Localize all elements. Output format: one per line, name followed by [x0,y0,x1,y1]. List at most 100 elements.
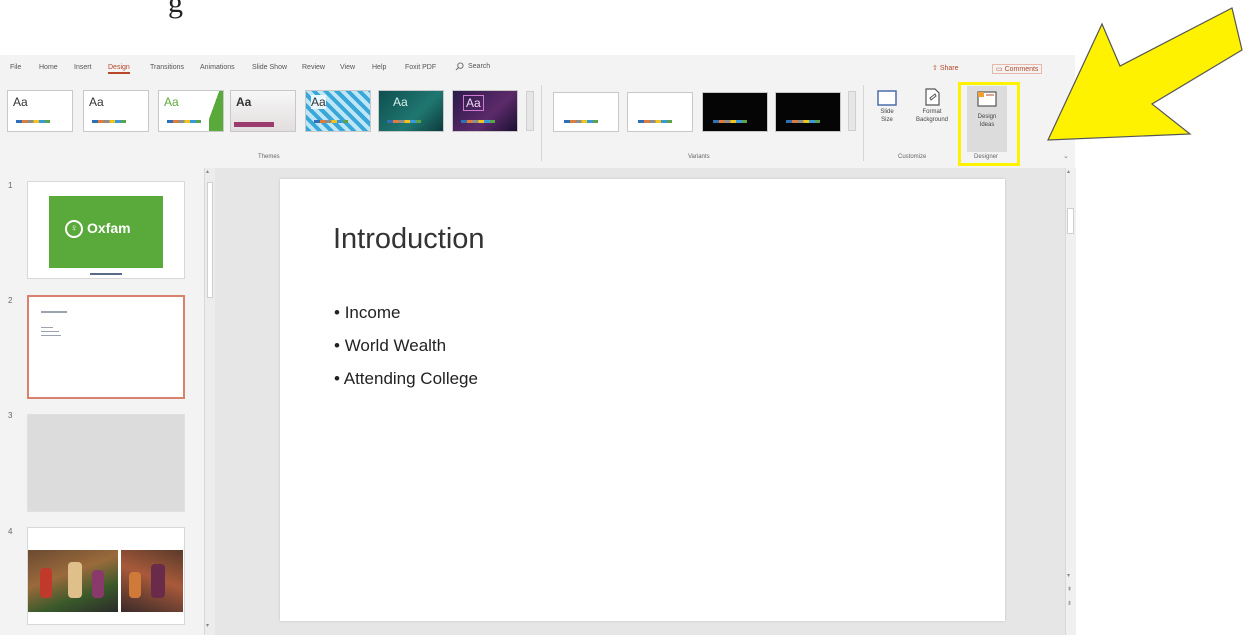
oxfam-logo-icon: ♀ [65,220,83,238]
variants-gallery-scroll[interactable] [848,91,856,131]
theme-purple[interactable]: Aa [452,90,518,132]
slide-thumbnail-3[interactable] [27,414,185,512]
theme-colors [92,120,126,123]
format-background-label-2: Background [915,117,949,123]
slide-number: 2 [8,296,13,305]
slide-size-button[interactable]: Slide Size [874,88,900,132]
theme-office-2[interactable]: Aa [83,90,149,132]
theme-colors [16,120,50,123]
slide-thumbnail-2-selected[interactable] [27,295,185,399]
themes-gallery-scroll[interactable] [526,91,534,131]
search-label: Search [468,63,491,70]
slide-size-label-2: Size [881,117,893,123]
tab-home[interactable]: Home [39,64,58,71]
slide-title[interactable]: Introduction [333,223,485,256]
customize-group-label: Customize [898,154,927,160]
variant-4[interactable] [775,92,841,132]
theme-colors [461,120,495,123]
scroll-up-icon[interactable]: ▴ [206,168,209,175]
editor-vertical-scrollbar[interactable]: ▴ ▾ ⇞ ⇟ [1065,168,1076,635]
slide-bullet-list[interactable]: • Income • World Wealth • Attending Coll… [334,296,478,395]
search-box[interactable]: Search [455,62,490,71]
tab-foxit-pdf[interactable]: Foxit PDF [405,64,436,71]
theme-aa: Aa [236,95,252,109]
bullet-item: • Attending College [334,369,478,388]
tab-review[interactable]: Review [302,64,325,71]
share-button[interactable]: ⇧ Share [932,64,959,72]
comments-button[interactable]: ▭ Comments [992,64,1043,74]
tab-view[interactable]: View [340,64,355,71]
theme-colors [314,120,348,123]
search-icon [455,62,464,71]
tab-help[interactable]: Help [372,64,386,71]
tab-file[interactable]: File [10,64,21,71]
variant-1[interactable] [553,92,619,132]
tab-insert[interactable]: Insert [74,64,92,71]
bullet-item: • World Wealth [334,336,447,355]
theme-ion[interactable]: Aa [230,90,296,132]
theme-aa: Aa [311,95,326,109]
thumb-bullet-line [41,331,59,332]
variant-colors [713,120,747,123]
current-slide[interactable]: Introduction • Income • World Wealth • A… [280,179,1005,621]
separator [863,85,864,161]
theme-colors [387,120,421,123]
theme-office[interactable]: Aa [7,90,73,132]
theme-teal[interactable]: Aa [378,90,444,132]
tab-slide-show[interactable]: Slide Show [252,64,287,71]
photo-image-2 [121,550,183,612]
theme-aa: Aa [393,95,408,109]
design-ideas-button[interactable]: Design Ideas [967,86,1007,152]
oxfam-title: Oxfam [87,220,131,236]
previous-slide-icon[interactable]: ⇞ [1067,586,1072,593]
design-ideas-label-1: Design [977,114,997,120]
comments-label: Comments [1004,66,1039,73]
slide-thumbnail-1[interactable]: ♀ Oxfam [27,181,185,279]
tab-animations[interactable]: Animations [200,64,235,71]
theme-aa: Aa [89,95,104,109]
variants-group-label: Variants [688,154,710,160]
arrow-shape [1047,7,1243,141]
theme-facet[interactable]: Aa [158,90,224,132]
theme-circuit[interactable]: Aa [305,90,371,132]
format-background-button[interactable]: Format Background [906,86,958,132]
variant-colors [638,120,672,123]
scroll-up-icon[interactable]: ▴ [1067,168,1070,175]
slide-size-icon [877,90,897,106]
scrollbar-thumb[interactable] [207,182,213,298]
next-slide-icon[interactable]: ⇟ [1067,600,1072,607]
thumb-bullet-line [41,335,61,336]
tab-design[interactable]: Design [108,64,130,74]
slide-thumbnail-4[interactable] [27,527,185,625]
share-label: Share [939,65,959,72]
variant-3[interactable] [702,92,768,132]
designer-group-label: Designer [974,154,999,160]
bullet-icon: • [334,303,345,322]
oxfam-logo-block: ♀ Oxfam [49,196,163,268]
design-ideas-icon [977,91,997,107]
variant-colors [564,120,598,123]
theme-colors [167,120,201,123]
format-background-icon [925,88,940,106]
heading-fragment: g [168,0,183,19]
bullet-icon: • [334,336,345,355]
bullet-item: • Income [334,303,401,322]
thumb-title-line [41,311,67,313]
theme-accent [209,91,223,131]
variant-2[interactable] [627,92,693,132]
tab-transitions[interactable]: Transitions [150,64,184,71]
photo-image-1 [28,550,118,612]
separator [541,85,542,161]
share-icon: ⇧ [932,65,938,72]
theme-aa: Aa [164,95,179,109]
slide-number: 4 [8,527,13,536]
slide-size-label-1: Slide [880,109,894,115]
theme-aa: Aa [463,95,484,111]
scrollbar-thumb[interactable] [1067,208,1074,234]
scroll-down-icon[interactable]: ▾ [206,622,209,629]
slide-number: 3 [8,411,13,420]
subtitle-line [90,273,122,275]
comment-icon: ▭ [996,66,1003,73]
yellow-arrow-annotation [1047,7,1243,141]
scroll-down-icon[interactable]: ▾ [1067,572,1070,579]
